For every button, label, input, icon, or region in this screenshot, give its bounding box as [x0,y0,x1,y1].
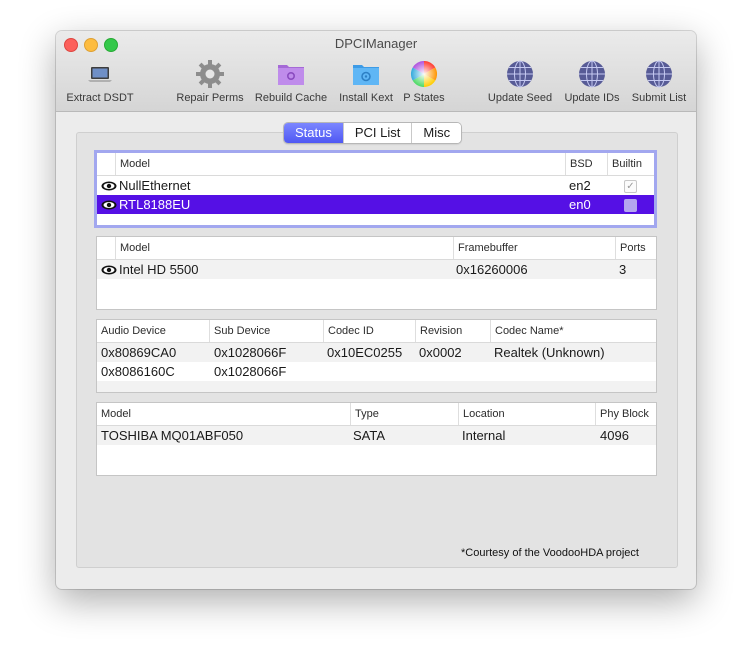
storage-location: Internal [462,428,506,443]
column-header-type[interactable]: Type [350,403,455,425]
toolbar-label: Update IDs [564,92,620,104]
builtin-checkbox[interactable]: ✓ [624,180,637,193]
p-states-button[interactable]: P States [398,59,450,107]
tab-misc[interactable]: Misc [412,123,462,143]
column-header-builtin[interactable]: Builtin [607,153,654,175]
audio-sub-device: 0x1028066F [214,345,287,360]
blue-folder-icon [353,65,379,85]
column-header-model[interactable]: Model [115,237,454,259]
color-wheel-icon [410,60,438,88]
audio-codec-id: 0x10EC0255 [327,345,403,360]
network-model: NullEthernet [119,178,191,193]
app-window: DPCIManager Extract DSDT Repair Perms Re… [56,31,696,589]
column-header-model[interactable]: Model [97,403,347,425]
storage-phy-block: 4096 [600,428,629,443]
toolbar-label: Repair Perms [176,92,244,104]
globe-icon [646,60,672,88]
graphics-framebuffer: 0x16260006 [456,262,528,277]
column-header-audio-device[interactable]: Audio Device [97,320,205,342]
eye-icon [101,181,117,191]
toolbar-label: Rebuild Cache [254,92,328,104]
network-bsd: en0 [569,197,591,212]
tab-status[interactable]: Status [284,123,344,143]
column-header-model[interactable]: Model [115,153,566,175]
table-header: Model Framebuffer Ports [97,237,656,260]
storage-type: SATA [353,428,386,443]
tab-pci-list[interactable]: PCI List [343,123,413,143]
column-header-framebuffer[interactable]: Framebuffer [453,237,616,259]
audio-table[interactable]: Audio Device Sub Device Codec ID Revisio… [96,319,657,393]
network-model: RTL8188EU [119,197,191,212]
toolbar-label: P States [403,92,445,104]
install-kext-button[interactable]: Install Kext [334,59,398,107]
network-bsd: en2 [569,178,591,193]
column-header-codec-name[interactable]: Codec Name* [490,320,655,342]
extract-dsdt-button[interactable]: Extract DSDT [62,59,138,107]
submit-list-button[interactable]: Submit List [625,59,693,107]
update-ids-button[interactable]: Update IDs [559,59,625,107]
builtin-checkbox[interactable] [624,199,637,212]
rebuild-cache-button[interactable]: Rebuild Cache [251,59,331,107]
tab-bar: Status PCI List Misc [283,122,463,144]
toolbar-label: Update Seed [487,92,553,104]
toolbar-label: Install Kext [339,92,393,104]
graphics-model: Intel HD 5500 [119,262,199,277]
column-header-codec-id[interactable]: Codec ID [323,320,412,342]
network-table[interactable]: Model BSD Builtin NullEthernet en2 ✓ RTL… [94,150,657,228]
laptop-icon [88,67,112,82]
table-row[interactable]: Intel HD 5500 0x16260006 3 [97,260,656,279]
audio-device: 0x80869CA0 [101,345,177,360]
table-row[interactable]: RTL8188EU en0 [97,195,654,214]
icon-column-header [97,237,115,259]
column-header-revision[interactable]: Revision [415,320,488,342]
update-seed-button[interactable]: Update Seed [482,59,558,107]
table-row-empty [97,279,656,298]
table-header: Audio Device Sub Device Codec ID Revisio… [97,320,656,343]
column-header-phy-block[interactable]: Phy Block [595,403,656,425]
table-row[interactable]: 0x8086160C 0x1028066F [97,362,656,381]
icon-column-header [97,153,115,175]
globe-icon [579,60,605,88]
storage-model: TOSHIBA MQ01ABF050 [101,428,244,443]
table-row[interactable]: TOSHIBA MQ01ABF050 SATA Internal 4096 [97,426,656,445]
audio-sub-device: 0x1028066F [214,364,287,379]
title-bar: DPCIManager Extract DSDT Repair Perms Re… [56,31,696,112]
audio-device: 0x8086160C [101,364,175,379]
footnote: *Courtesy of the VoodooHDA project [461,547,639,559]
eye-icon [101,200,117,210]
window-title: DPCIManager [334,36,418,51]
repair-perms-button[interactable]: Repair Perms [170,59,250,107]
audio-codec-name: Realtek (Unknown) [494,345,605,360]
table-header: Model Type Location Phy Block [97,403,656,426]
graphics-ports: 3 [619,262,627,277]
graphics-table[interactable]: Model Framebuffer Ports Intel HD 5500 0x… [96,236,657,310]
storage-table[interactable]: Model Type Location Phy Block TOSHIBA MQ… [96,402,657,476]
gear-icon [196,60,224,88]
table-row[interactable]: NullEthernet en2 ✓ [97,176,654,195]
column-header-location[interactable]: Location [458,403,591,425]
table-header: Model BSD Builtin [97,153,654,176]
column-header-bsd[interactable]: BSD [565,153,606,175]
table-row-empty [97,445,656,464]
purple-folder-icon [278,65,304,85]
table-row-empty [97,381,656,392]
globe-icon [507,60,533,88]
toolbar-label: Submit List [631,92,687,104]
audio-revision: 0x0002 [419,345,462,360]
table-row[interactable]: 0x80869CA0 0x1028066F 0x10EC0255 0x0002 … [97,343,656,362]
toolbar-label: Extract DSDT [66,92,134,104]
column-header-ports[interactable]: Ports [615,237,656,259]
column-header-sub-device[interactable]: Sub Device [209,320,318,342]
eye-icon [101,265,117,275]
